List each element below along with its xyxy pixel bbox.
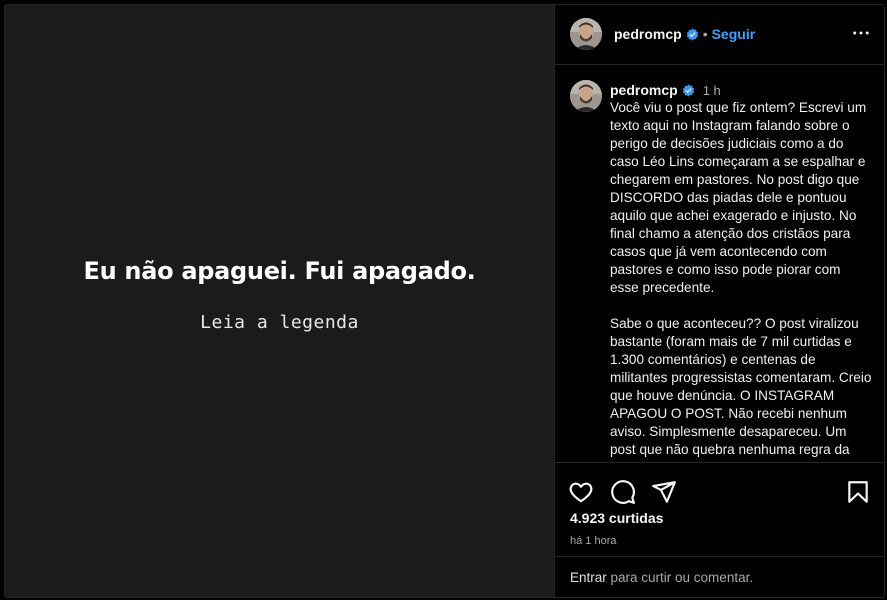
verified-badge-icon	[682, 84, 694, 97]
caption-avatar[interactable]	[570, 80, 602, 112]
caption-time[interactable]: 1 h	[703, 83, 721, 98]
heart-icon[interactable]	[568, 479, 594, 505]
bookmark-icon[interactable]	[845, 479, 871, 505]
header-identity: pedromcp • Seguir	[614, 26, 755, 44]
caption-username[interactable]: pedromcp	[610, 82, 678, 98]
avatar-image	[570, 18, 602, 50]
login-prompt-text: Entrar para curtir ou comentar.	[570, 570, 753, 585]
header-separator: •	[702, 26, 708, 42]
post-dialog: Eu não apaguei. Fui apagado. Leia a lege…	[4, 4, 885, 598]
comment-icon[interactable]	[610, 479, 636, 505]
post-side-panel: pedromcp • Seguir pedromcp 1 h Você viu …	[554, 5, 884, 597]
header-username[interactable]: pedromcp	[614, 26, 682, 42]
caption-area[interactable]: pedromcp 1 h Você viu o post que fiz onte…	[555, 65, 884, 462]
follow-button[interactable]: Seguir	[712, 26, 756, 42]
likes-count[interactable]: 4.923 curtidas	[570, 510, 663, 526]
login-link[interactable]: Entrar	[570, 570, 607, 585]
post-media[interactable]: Eu não apaguei. Fui apagado. Leia a lege…	[5, 5, 554, 597]
action-bar: 4.923 curtidas há 1 hora	[555, 462, 884, 557]
caption-text: Você viu o post que fiz ontem? Escrevi u…	[610, 100, 872, 462]
media-subtitle: Leia a legenda	[200, 312, 359, 333]
login-prompt: Entrar para curtir ou comentar.	[555, 556, 884, 597]
post-time-ago[interactable]: há 1 hora	[570, 535, 616, 547]
avatar-image	[570, 80, 602, 112]
verified-badge-icon	[686, 28, 698, 41]
post-header: pedromcp • Seguir	[555, 5, 884, 65]
login-prompt-rest: para curtir ou comentar.	[606, 570, 754, 585]
share-icon[interactable]	[651, 479, 677, 505]
caption-header: pedromcp 1 h	[610, 82, 721, 100]
media-headline: Eu não apaguei. Fui apagado.	[83, 257, 476, 285]
avatar[interactable]	[570, 18, 602, 50]
more-options-icon[interactable]	[851, 23, 871, 43]
